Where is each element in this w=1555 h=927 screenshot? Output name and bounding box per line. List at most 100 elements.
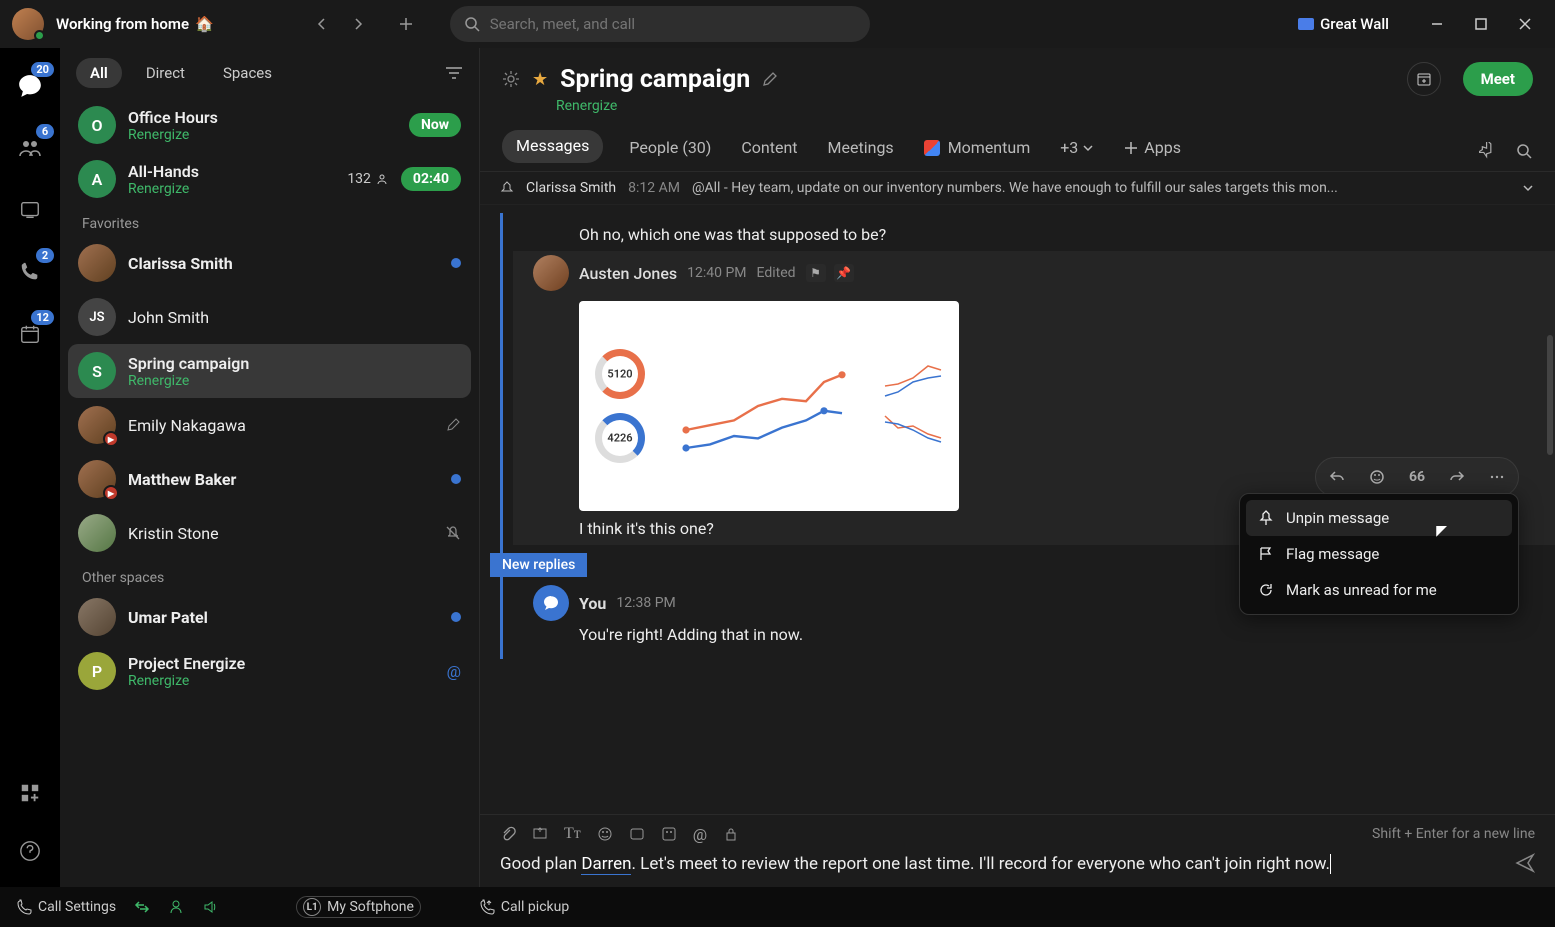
tab-meetings[interactable]: Meetings bbox=[824, 130, 898, 171]
rail-help[interactable] bbox=[10, 831, 50, 871]
attach-icon[interactable] bbox=[500, 826, 516, 842]
tab-apps[interactable]: Apps bbox=[1120, 130, 1185, 171]
gif-icon[interactable] bbox=[629, 826, 645, 842]
tab-content[interactable]: Content bbox=[737, 130, 801, 171]
chart-attachment[interactable]: 5120 4226 bbox=[579, 301, 959, 511]
time-badge: 02:40 bbox=[401, 167, 461, 191]
sidebar-item-matthew[interactable]: ▶ Matthew Baker bbox=[68, 452, 471, 506]
nav-back-button[interactable] bbox=[306, 8, 338, 40]
donut-chart-b: 4226 bbox=[595, 413, 645, 463]
star-icon[interactable]: ★ bbox=[532, 69, 548, 90]
tenant-icon bbox=[1298, 18, 1314, 30]
tab-people[interactable]: People (30) bbox=[625, 130, 715, 171]
pinned-icon: 📌 bbox=[834, 264, 854, 282]
phone-gear-icon bbox=[16, 899, 32, 915]
tab-messages[interactable]: Messages bbox=[502, 130, 603, 163]
contacts-badge: 6 bbox=[36, 124, 54, 139]
sidebar-item-project[interactable]: P Project EnergizeRenergize @ bbox=[68, 644, 471, 698]
sidebar-item-spring-campaign[interactable]: S Spring campaignRenergize bbox=[68, 344, 471, 398]
conv-title: All-Hands bbox=[128, 162, 335, 181]
tab-spaces[interactable]: Spaces bbox=[209, 58, 286, 88]
conv-title: Umar Patel bbox=[128, 608, 439, 627]
rail-contacts[interactable]: 6 bbox=[10, 128, 50, 168]
ctx-flag[interactable]: Flag message bbox=[1246, 536, 1512, 572]
emoji-icon[interactable] bbox=[597, 826, 613, 842]
reply-icon[interactable] bbox=[1322, 462, 1352, 492]
pin-icon[interactable] bbox=[1479, 142, 1497, 160]
cursor-icon: ◤ bbox=[1436, 523, 1447, 539]
close-button[interactable] bbox=[1507, 10, 1543, 38]
call-settings[interactable]: Call Settings bbox=[16, 899, 116, 915]
user-avatar[interactable] bbox=[12, 8, 44, 40]
compose-hint: Shift + Enter for a new line bbox=[1372, 826, 1535, 842]
tenant-label[interactable]: Great Wall bbox=[1298, 15, 1389, 33]
sidebar-item-office-hours[interactable]: O Office HoursRenergize Now bbox=[68, 98, 471, 152]
maximize-button[interactable] bbox=[1463, 10, 1499, 38]
conv-sub: Renergize bbox=[128, 673, 435, 689]
forward-icon[interactable] bbox=[1442, 462, 1472, 492]
rail-messaging[interactable]: 20 bbox=[10, 66, 50, 106]
sidebar-item-emily[interactable]: ▶ Emily Nakagawa bbox=[68, 398, 471, 452]
external-icon: @ bbox=[447, 662, 461, 681]
nav-forward-button[interactable] bbox=[342, 8, 374, 40]
tab-all[interactable]: All bbox=[76, 58, 122, 88]
format-icon[interactable]: Tт bbox=[564, 825, 581, 843]
avatar: ▶ bbox=[78, 460, 116, 498]
new-button[interactable] bbox=[390, 8, 422, 40]
sidebar-item-umar[interactable]: Umar Patel bbox=[68, 590, 471, 644]
sidebar-item-all-hands[interactable]: A All-HandsRenergize 132 02:40 bbox=[68, 152, 471, 206]
rail-teams[interactable] bbox=[10, 190, 50, 230]
search-input[interactable] bbox=[490, 15, 856, 33]
pinned-banner[interactable]: Clarissa Smith 8:12 AM @All - Hey team, … bbox=[480, 172, 1555, 205]
meet-button[interactable]: Meet bbox=[1463, 62, 1533, 96]
conv-title: Emily Nakagawa bbox=[128, 416, 433, 435]
avatar bbox=[533, 585, 569, 621]
screen-icon[interactable] bbox=[532, 826, 548, 842]
react-icon[interactable] bbox=[1362, 462, 1392, 492]
rail-apps[interactable] bbox=[10, 773, 50, 813]
flag-icon bbox=[1258, 546, 1274, 562]
chat-title: Spring campaign bbox=[560, 65, 750, 94]
swap-icon[interactable] bbox=[134, 899, 150, 915]
ctx-unpin[interactable]: Unpin message bbox=[1246, 500, 1512, 536]
gear-icon[interactable] bbox=[502, 70, 520, 88]
search-box[interactable] bbox=[450, 6, 870, 42]
draft-icon bbox=[445, 417, 461, 433]
edit-icon[interactable] bbox=[762, 71, 778, 87]
chevron-down-icon[interactable] bbox=[1521, 181, 1535, 195]
sticker-icon[interactable] bbox=[661, 826, 677, 842]
sidebar-item-clarissa[interactable]: Clarissa Smith bbox=[68, 236, 471, 290]
softphone[interactable]: L1 My Softphone bbox=[296, 896, 421, 918]
filter-button[interactable] bbox=[445, 66, 463, 80]
status-label[interactable]: Working from home 🏠 bbox=[56, 15, 214, 33]
tab-more[interactable]: +3 bbox=[1056, 130, 1098, 171]
message-author: You bbox=[579, 594, 606, 613]
avatar: ▶ bbox=[78, 406, 116, 444]
chat-subtitle: Renergize bbox=[556, 98, 1533, 114]
rail-call[interactable]: 2 bbox=[10, 252, 50, 292]
sidebar-item-john[interactable]: JS John Smith bbox=[68, 290, 471, 344]
minimize-button[interactable] bbox=[1419, 10, 1455, 38]
home-icon: 🏠 bbox=[195, 15, 214, 33]
compose-input[interactable]: Good plan Darren. Let's meet to review t… bbox=[500, 852, 1503, 878]
sidebar-item-kristin[interactable]: Kristin Stone bbox=[68, 506, 471, 560]
tab-momentum[interactable]: Momentum bbox=[920, 130, 1035, 171]
call-pickup[interactable]: Call pickup bbox=[479, 899, 569, 915]
scrollbar[interactable] bbox=[1547, 335, 1553, 455]
mention-icon[interactable]: @ bbox=[693, 825, 707, 844]
person-icon[interactable] bbox=[168, 899, 184, 915]
tab-direct[interactable]: Direct bbox=[132, 58, 199, 88]
search-in-chat-icon[interactable] bbox=[1515, 142, 1533, 160]
send-button[interactable] bbox=[1515, 853, 1535, 877]
avatar bbox=[533, 255, 569, 291]
more-icon[interactable] bbox=[1482, 462, 1512, 492]
quote-icon[interactable]: 66 bbox=[1402, 462, 1432, 492]
pinned-time: 8:12 AM bbox=[628, 180, 680, 196]
audio-icon[interactable] bbox=[202, 899, 218, 915]
rail-calendar[interactable]: 12 bbox=[10, 314, 50, 354]
search-icon bbox=[464, 16, 480, 32]
ctx-unread[interactable]: Mark as unread for me bbox=[1246, 572, 1512, 608]
context-menu: Unpin message Flag message Mark as unrea… bbox=[1239, 493, 1519, 615]
schedule-button[interactable] bbox=[1407, 62, 1441, 96]
lock-icon[interactable] bbox=[723, 826, 739, 842]
